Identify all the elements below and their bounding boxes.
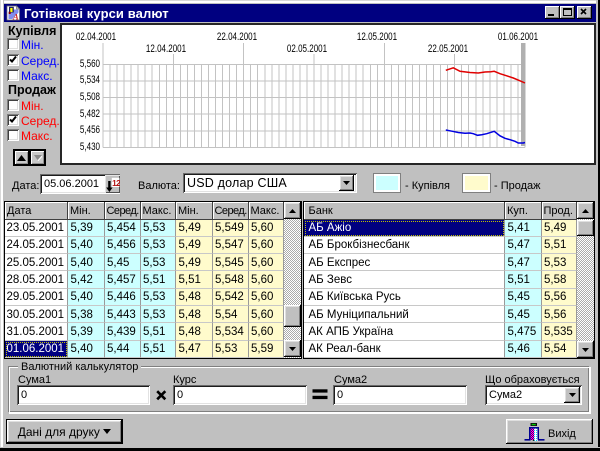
svg-text:A: A [12,11,19,21]
svg-text:12: 12 [112,178,120,188]
